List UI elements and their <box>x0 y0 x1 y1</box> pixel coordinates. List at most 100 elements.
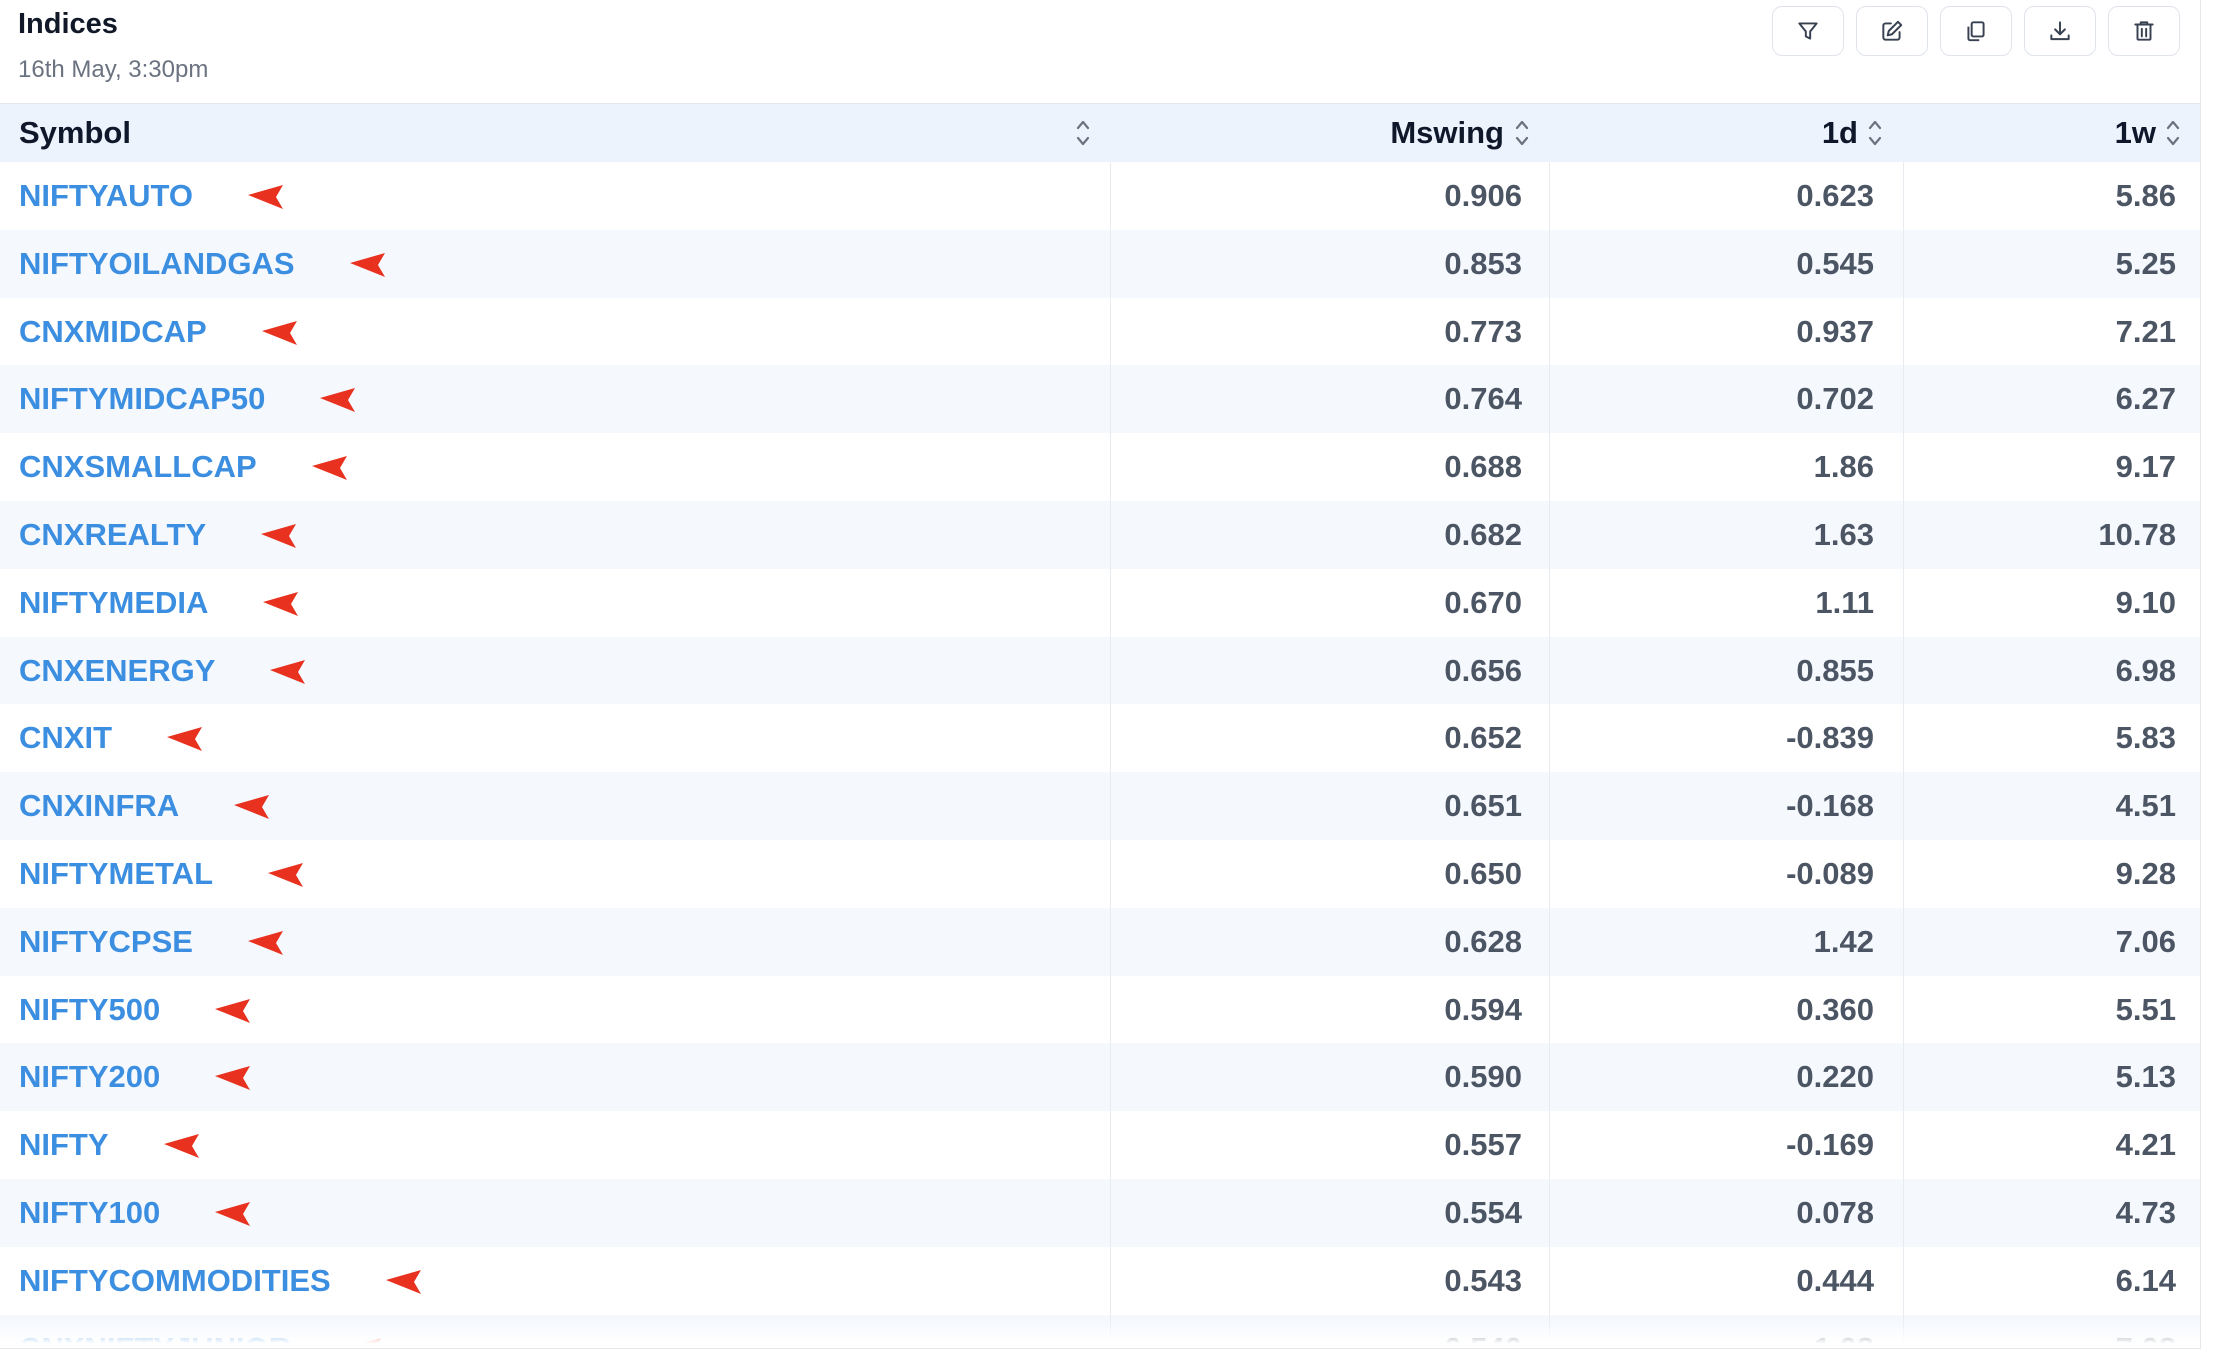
1w-value: 6.14 <box>2115 1262 2176 1298</box>
symbol-link[interactable]: CNXINFRA <box>19 772 179 840</box>
mswing-value: 0.651 <box>1444 788 1522 824</box>
trend-down-arrow-icon <box>261 523 296 548</box>
1w-value: 5.51 <box>2115 991 2176 1027</box>
filter-button[interactable] <box>1772 6 1844 56</box>
table-row[interactable]: NIFTYCPSE 0.628 1.42 7.06 <box>0 907 2200 976</box>
sort-icon[interactable] <box>1513 117 1531 149</box>
symbol-link[interactable]: CNXREALTY <box>19 501 206 569</box>
mswing-value: 0.543 <box>1444 1262 1522 1298</box>
sort-icon[interactable] <box>2164 117 2182 149</box>
trash-icon <box>2134 21 2154 41</box>
1d-value: 0.360 <box>1796 991 1874 1027</box>
trend-down-arrow-icon <box>263 591 298 616</box>
sort-icon[interactable] <box>1866 117 1884 149</box>
symbol-link[interactable]: CNXMIDCAP <box>19 298 207 366</box>
trend-down-arrow-icon <box>215 1066 250 1091</box>
copy-button[interactable] <box>1940 6 2012 56</box>
trend-down-arrow-icon <box>234 795 269 820</box>
symbol-link[interactable]: NIFTYOILANDGAS <box>19 230 295 298</box>
symbol-link[interactable]: NIFTY <box>19 1111 109 1179</box>
symbol-link[interactable]: NIFTYMETAL <box>19 840 213 908</box>
timestamp: 16th May, 3:30pm <box>18 56 209 83</box>
table-row[interactable]: CNXREALTY 0.682 1.63 10.78 <box>0 500 2200 569</box>
table-row[interactable]: CNXINFRA 0.651 -0.168 4.51 <box>0 772 2200 840</box>
table-row[interactable]: CNXSMALLCAP 0.688 1.86 9.17 <box>0 433 2200 501</box>
copy-icon <box>1967 21 1985 42</box>
1w-value: 6.98 <box>2115 652 2176 688</box>
1w-value: 9.17 <box>2115 449 2176 485</box>
table-row[interactable]: CNXIT 0.652 -0.839 5.83 <box>0 704 2200 772</box>
mswing-value: 0.656 <box>1444 652 1522 688</box>
table-header: Symbol Mswing 1d 1w <box>0 104 2200 162</box>
column-header-symbol[interactable]: Symbol <box>19 104 131 162</box>
table-row[interactable]: NIFTY100 0.554 0.078 4.73 <box>0 1178 2200 1247</box>
table-row[interactable]: NIFTY500 0.594 0.360 5.51 <box>0 976 2200 1044</box>
download-button[interactable] <box>2024 6 2096 56</box>
symbol-link[interactable]: NIFTY100 <box>19 1179 160 1247</box>
1d-value: -0.839 <box>1786 720 1874 756</box>
1d-value: 0.078 <box>1796 1194 1874 1230</box>
1w-value: 7.21 <box>2115 313 2176 349</box>
1w-value: 5.83 <box>2115 720 2176 756</box>
table-row[interactable]: NIFTYMIDCAP50 0.764 0.702 6.27 <box>0 365 2200 434</box>
mswing-value: 0.682 <box>1444 516 1522 552</box>
symbol-link[interactable]: NIFTY200 <box>19 1043 160 1111</box>
1d-value: 0.702 <box>1796 381 1874 417</box>
sort-icon[interactable] <box>1074 117 1092 149</box>
1w-value: 5.25 <box>2115 245 2176 281</box>
trend-down-arrow-icon <box>164 1134 199 1159</box>
1w-value: 4.51 <box>2115 788 2176 824</box>
panel-header: Indices 16th May, 3:30pm <box>0 0 2200 104</box>
trend-down-arrow-icon <box>270 659 305 684</box>
trend-down-arrow-icon <box>215 998 250 1023</box>
1d-value: 0.545 <box>1796 245 1874 281</box>
mswing-value: 0.773 <box>1444 313 1522 349</box>
1d-value: 1.86 <box>1813 449 1874 485</box>
column-divider <box>1903 162 1904 1344</box>
trend-down-arrow-icon <box>268 862 303 887</box>
symbol-link[interactable]: NIFTY500 <box>19 976 160 1044</box>
trend-down-arrow-icon <box>167 727 202 752</box>
symbol-link[interactable]: CNXENERGY <box>19 637 215 705</box>
symbol-link[interactable]: NIFTYMEDIA <box>19 569 208 637</box>
table-body: NIFTYAUTO 0.906 0.623 5.86 NIFTYOILANDGAS 0.8… <box>0 162 2200 1344</box>
table-row[interactable]: CNXENERGY 0.656 0.855 6.98 <box>0 636 2200 705</box>
toolbar <box>1772 6 2180 56</box>
symbol-link[interactable]: CNXSMALLCAP <box>19 433 257 501</box>
table-row[interactable]: NIFTY200 0.590 0.220 5.13 <box>0 1043 2200 1112</box>
table-row[interactable]: CNXMIDCAP 0.773 0.937 7.21 <box>0 298 2200 366</box>
1d-value: 0.937 <box>1796 313 1874 349</box>
filter-icon <box>1798 22 1818 40</box>
symbol-link[interactable]: NIFTYMIDCAP50 <box>19 365 265 433</box>
mswing-value: 0.853 <box>1444 245 1522 281</box>
edit-button[interactable] <box>1856 6 1928 56</box>
table-row[interactable]: NIFTY 0.557 -0.169 4.21 <box>0 1111 2200 1179</box>
delete-button[interactable] <box>2108 6 2180 56</box>
column-header-mswing[interactable]: Mswing <box>1390 104 1504 162</box>
mswing-value: 0.628 <box>1444 923 1522 959</box>
symbol-link[interactable]: CNXIT <box>19 704 112 772</box>
mswing-value: 0.652 <box>1444 720 1522 756</box>
table-row[interactable]: NIFTYCOMMODITIES 0.543 0.444 6.14 <box>0 1247 2200 1315</box>
1d-value: 1.42 <box>1813 923 1874 959</box>
table-row[interactable]: NIFTYAUTO 0.906 0.623 5.86 <box>0 162 2200 230</box>
trend-down-arrow-icon <box>248 185 283 209</box>
trend-down-arrow-icon <box>386 1269 421 1294</box>
mswing-value: 0.554 <box>1444 1194 1522 1230</box>
column-header-1d[interactable]: 1d <box>1822 104 1858 162</box>
symbol-link[interactable]: NIFTYCOMMODITIES <box>19 1247 331 1315</box>
trend-down-arrow-icon <box>262 320 297 345</box>
column-header-1w[interactable]: 1w <box>2115 104 2156 162</box>
table-row[interactable]: NIFTYMEDIA 0.670 1.11 9.10 <box>0 569 2200 637</box>
1d-value: 0.623 <box>1796 178 1874 213</box>
trend-down-arrow-icon <box>350 252 385 277</box>
1w-value: 5.86 <box>2115 178 2176 213</box>
symbol-link[interactable]: NIFTYAUTO <box>19 162 193 230</box>
1d-value: 1.63 <box>1813 516 1874 552</box>
symbol-link[interactable]: NIFTYCPSE <box>19 908 193 976</box>
mswing-value: 0.764 <box>1444 381 1522 417</box>
table-row[interactable]: NIFTYOILANDGAS 0.853 0.545 5.25 <box>0 229 2200 298</box>
mswing-value: 0.557 <box>1444 1127 1522 1163</box>
table-row[interactable]: NIFTYMETAL 0.650 -0.089 9.28 <box>0 840 2200 908</box>
mswing-value: 0.650 <box>1444 855 1522 891</box>
